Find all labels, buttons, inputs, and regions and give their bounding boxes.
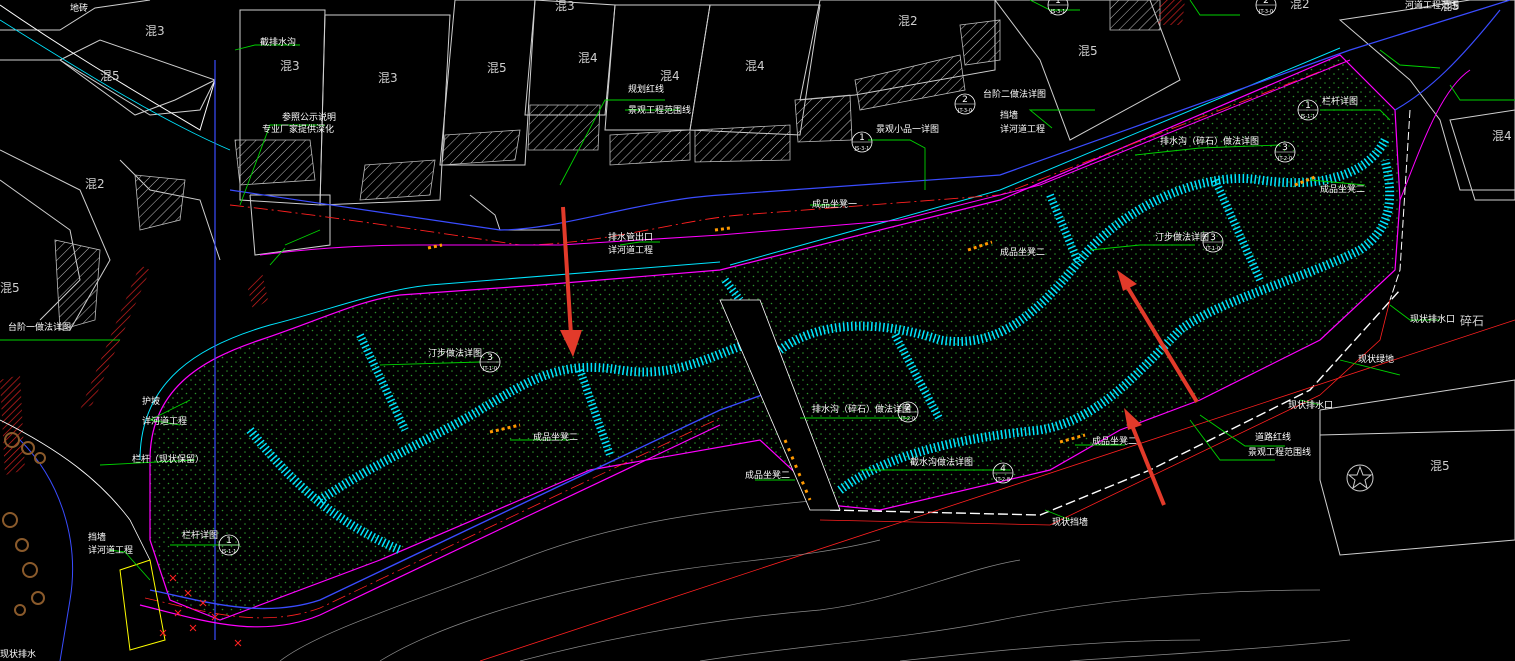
svg-text:JT-2-0: JT-2-0 [1277,156,1292,162]
zone-label: 混5 [0,281,20,295]
svg-text:3: 3 [1282,143,1288,153]
label-landscape-line: 景观工程范围线 [1248,446,1311,458]
label-road-redline: 道路红线 [1255,431,1291,443]
label-pro-line-a: 专业厂家提供深化 [262,123,334,135]
label-river-work-right: 河道工程范围 [1405,0,1459,11]
label-drain-gravel-top: 排水沟（碎石）做法详图 [1160,135,1259,147]
zone-label: 混5 [487,61,507,75]
detail-callout: 1 JS-1-1 [1297,99,1319,121]
detail-callout: 1 JS-3-1 [851,131,873,153]
label-railing-detail-bottom: 栏杆详图 [182,529,218,541]
svg-text:3: 3 [1210,233,1216,243]
detail-callout: 1 JS-1-1 [218,534,240,556]
svg-text:3: 3 [487,353,493,363]
svg-text:JT-2-0: JT-2-0 [900,416,915,422]
svg-text:JT-1-0: JT-1-0 [1205,246,1220,252]
label-bottom-left: 现状排水 [0,648,36,660]
label-project-note-a: 参照公示说明 [282,111,336,123]
label-boundary-line: 规划红线 [628,83,664,95]
label-bench-product-1: 成品坐凳一 [812,198,857,210]
svg-text:2: 2 [1263,0,1269,6]
label-see-river-work: 详河道工程 [1000,123,1045,135]
zone-label: 混2 [1290,0,1310,11]
label-crossing: 现状排水口 [1410,313,1455,325]
detail-callout: 4 JT-2-8 [992,462,1014,484]
label-see-river-bottom: 详河道工程 [88,544,133,556]
svg-text:1: 1 [859,133,865,143]
svg-text:JT-1-0: JT-1-0 [482,366,497,372]
red-arrow-up-left-icon [1124,408,1166,506]
zone-label: 混4 [745,59,765,73]
zone-label: 混5 [1430,459,1450,473]
svg-text:1: 1 [226,536,232,546]
svg-text:JS-1-1: JS-1-1 [221,549,237,555]
label-bench-product-2d: 成品坐凳二 [1092,435,1137,447]
zone-label: 混2 [85,177,105,191]
label-railing-detail-top: 栏杆详图 [1322,95,1358,107]
label-drain-pipe-out: 排水管出口 [608,231,653,243]
label-bench-product-2a: 成品坐凳二 [1000,246,1045,258]
detail-callout: 3 JT-2-0 [1274,141,1296,163]
label-drain-gravel-mid: 排水沟（碎石）做法详图 [812,403,911,415]
zone-label: 混3 [145,24,165,38]
svg-text:JT-2-8: JT-2-8 [995,477,1010,483]
detail-callout: 2 JT-3-0 [1255,0,1277,16]
label-wall-below: 现状挡墙 [1052,516,1088,528]
svg-text:2: 2 [962,95,968,105]
label-edge-lawn: 现状绿地 [1358,353,1394,365]
zone-label: 混2 [898,14,918,28]
label-top-left-edge: 地砖 [70,2,88,14]
label-step-detail-1: 台阶一做法详图 [8,321,71,333]
cad-site-plan: 混3 混5 混3 混3 混5 混4 混4 混4 混2 混5 混2 混5 混2 混… [0,0,1515,661]
zone-label: 混3 [378,71,398,85]
detail-callout: 3 JT-1-0 [1202,231,1224,253]
label-railing-existing: 栏杆（现状保留） [132,453,204,465]
svg-text:1: 1 [1055,0,1061,6]
label-bench-product-2top: 成品坐凳二 [1320,183,1365,195]
label-existing-topo: 景观工程范围线 [628,104,691,116]
detail-callout: 2 JT-2-0 [897,401,919,423]
detail-callout: 3 JT-1-0 [479,351,501,373]
svg-text:JT-3-0: JT-3-0 [957,108,972,114]
svg-text:2: 2 [905,403,911,413]
svg-text:1: 1 [1305,101,1311,111]
svg-text:JS-1-1: JS-1-1 [1300,114,1316,120]
detail-callout: 2 JT-3-0 [954,93,976,115]
label-bench-product-2c: 成品坐凳二 [745,469,790,481]
zone-label: 混4 [578,51,598,65]
zone-label: 混4 [1492,129,1512,143]
label-drain-gravel-low: 截水沟做法详图 [910,456,973,468]
label-see-river-left: 详河道工程 [142,415,187,427]
svg-text:4: 4 [1000,464,1006,474]
svg-text:JS-3-1: JS-3-1 [1050,9,1066,15]
zone-label: 混4 [660,69,680,83]
label-retaining-bottom: 挡墙 [88,531,106,543]
zone-label: 混3 [555,0,575,13]
zone-label: 混5 [100,69,120,83]
label-small-product-1: 景观小品一详图 [876,123,939,135]
zone-label: 混5 [1078,44,1098,58]
label-see-river-mid: 详河道工程 [608,244,653,256]
svg-text:JT-3-0: JT-3-0 [1258,9,1273,15]
label-stepping-detail-right: 汀步做法详图 [1155,231,1209,243]
label-step-detail-2: 台阶二做法详图 [983,88,1046,100]
label-bench-product-2b: 成品坐凳二 [533,431,578,443]
detail-callout: 1 JS-3-1 [1047,0,1069,16]
svg-text:JS-3-1: JS-3-1 [854,146,870,152]
label-fence-1: 护坡 [142,395,160,407]
star-symbol [1346,464,1374,492]
label-retaining-wall: 挡墙 [1000,109,1018,121]
label-drain-ditch-a: 截排水沟 [260,36,296,48]
zone-label: 混3 [280,59,300,73]
zone-label: 碎石 [1460,313,1484,328]
label-drain-inlet: 现状排水口 [1288,399,1333,411]
label-stepping-detail-left: 汀步做法详图 [428,347,482,359]
